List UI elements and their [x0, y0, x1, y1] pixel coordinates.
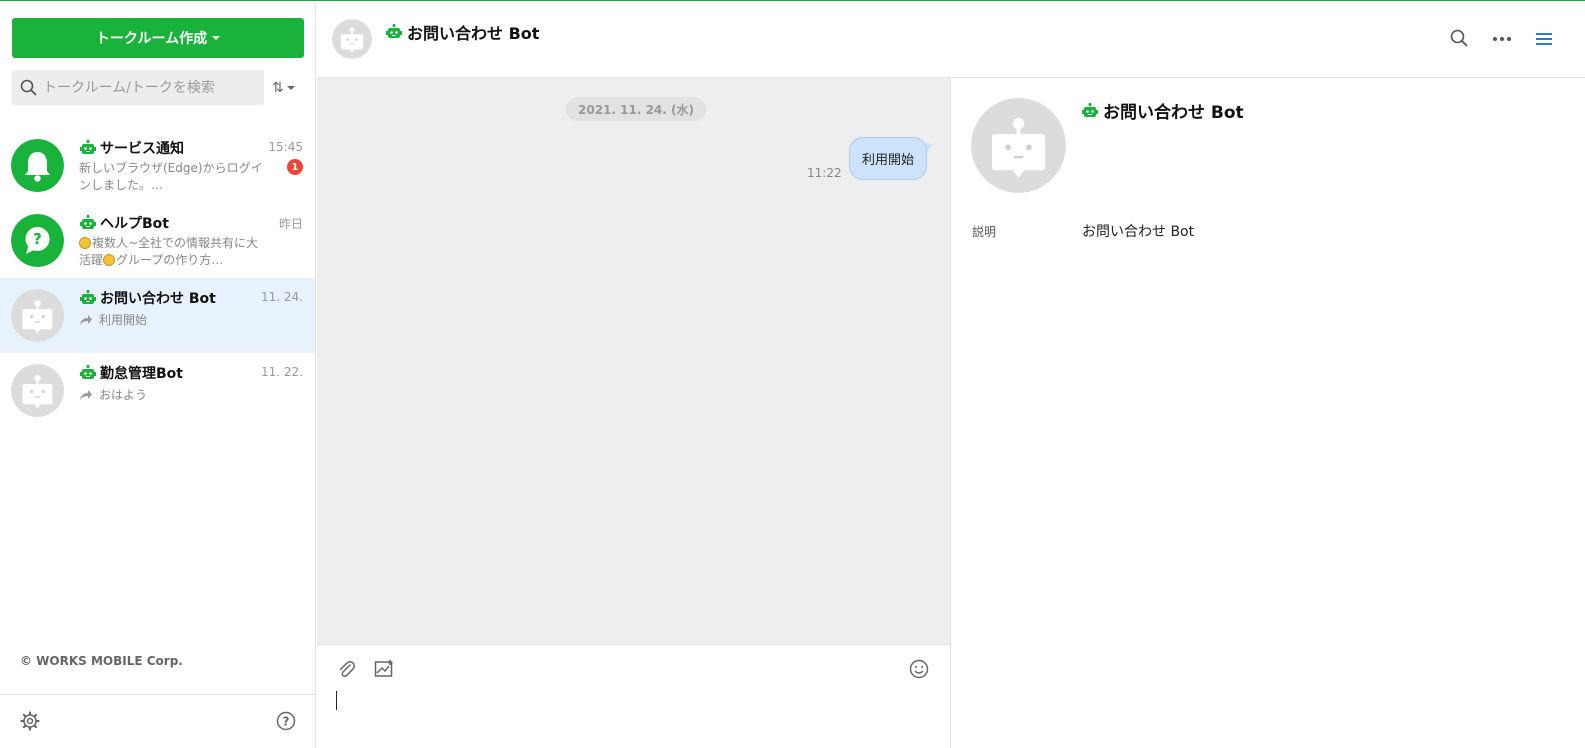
- share-arrow-icon: [79, 314, 93, 326]
- talkroom-item[interactable]: サービス通知 15:45 新しいブラウザ(Edge)からログインしました。… 1: [0, 128, 315, 203]
- emoji-icon[interactable]: [909, 659, 929, 679]
- bot-icon: [80, 140, 96, 156]
- unread-badge: 1: [287, 159, 303, 175]
- talkroom-item[interactable]: ? ヘルプBot 昨日 複数人~全社での情報共有に大活躍 グループの作り方…: [0, 203, 315, 278]
- talkroom-preview: 複数人~全社での情報共有に大活躍 グループの作り方…: [79, 235, 269, 269]
- message-time: 11:22: [807, 166, 842, 180]
- talkroom-time: 15:45: [268, 140, 303, 154]
- bot-icon: [1082, 103, 1098, 119]
- bell-icon: [11, 139, 64, 192]
- talkroom-preview: おはよう: [79, 386, 147, 403]
- message-area[interactable]: 2021. 11. 24. (水) 11:22 利用開始: [317, 78, 950, 644]
- talkroom-list: サービス通知 15:45 新しいブラウザ(Edge)からログインしました。… 1…: [0, 128, 315, 428]
- talkroom-name: 勤怠管理Bot: [100, 366, 183, 382]
- sidebar-footer: ?: [0, 694, 315, 748]
- preview-text: おはよう: [99, 388, 148, 402]
- bot-icon: [80, 215, 96, 231]
- talkroom-item[interactable]: 勤怠管理Bot 11. 22. おはよう: [0, 353, 315, 428]
- chevron-down-icon: [286, 86, 295, 90]
- bot-avatar-icon: [332, 19, 372, 59]
- search-icon: [20, 79, 37, 96]
- text-cursor: [336, 691, 337, 710]
- talkroom-preview: 利用開始: [79, 311, 147, 328]
- smile-emoji-icon: [103, 254, 116, 266]
- chat-title: お問い合わせ Bot: [407, 24, 540, 43]
- talkroom-name: サービス通知: [100, 141, 184, 157]
- talkroom-time: 11. 24.: [261, 290, 303, 304]
- talkroom-name: お問い合わせ Bot: [100, 291, 216, 307]
- search-box[interactable]: [12, 70, 264, 105]
- bot-icon: [386, 24, 402, 40]
- message-composer[interactable]: [317, 644, 950, 748]
- talkroom-time: 11. 22.: [261, 365, 303, 379]
- sort-icon: ⇅: [272, 80, 284, 96]
- date-separator: 2021. 11. 24. (水): [566, 97, 706, 121]
- bot-icon: [80, 365, 96, 381]
- image-icon[interactable]: [374, 659, 394, 679]
- talkroom-time: 昨日: [278, 217, 303, 231]
- description-label: 説明: [972, 225, 997, 239]
- question-icon: ?: [11, 214, 64, 267]
- create-talkroom-label: トークルーム作成: [95, 31, 208, 47]
- gear-icon[interactable]: [20, 711, 40, 731]
- bot-icon: [80, 290, 96, 306]
- copyright: © WORKS MOBILE Corp.: [20, 654, 183, 668]
- bot-avatar-icon: [11, 364, 64, 417]
- search-input[interactable]: [43, 79, 253, 96]
- chat-header: お問い合わせ Bot: [317, 2, 1585, 78]
- chevron-down-icon: [212, 36, 221, 40]
- sidebar: トークルーム作成 ⇅ サービス通知 15:45 新しいブラウザ(Edge)からロ…: [0, 2, 316, 748]
- room-info-panel: お問い合わせ Bot 説明 お問い合わせ Bot: [950, 78, 1585, 748]
- smile-emoji-icon: [79, 237, 91, 249]
- description-value: お問い合わせ Bot: [1082, 224, 1195, 240]
- sort-button[interactable]: ⇅: [272, 78, 302, 98]
- preview-text: グループの作り方…: [116, 253, 224, 267]
- preview-text: 活躍: [79, 253, 104, 267]
- preview-text: 複数人~全社での情報共有に大: [92, 236, 259, 250]
- svg-text:?: ?: [33, 230, 42, 248]
- info-title: お問い合わせ Bot: [1103, 103, 1244, 123]
- create-talkroom-button[interactable]: トークルーム作成: [12, 18, 304, 58]
- bot-avatar-icon: [11, 289, 64, 342]
- svg-text:?: ?: [283, 715, 290, 729]
- share-arrow-icon: [79, 389, 93, 401]
- attach-icon[interactable]: [336, 659, 356, 679]
- help-icon[interactable]: ?: [276, 711, 296, 731]
- talkroom-preview: 新しいブラウザ(Edge)からログインしました。…: [79, 161, 263, 192]
- talkroom-item-active[interactable]: お問い合わせ Bot 11. 24. 利用開始: [0, 278, 315, 353]
- menu-icon[interactable]: [1536, 32, 1552, 46]
- preview-text: 利用開始: [99, 313, 148, 327]
- bot-avatar-icon: [971, 98, 1066, 193]
- talkroom-name: ヘルプBot: [100, 216, 169, 232]
- message-bubble[interactable]: 利用開始: [849, 137, 928, 180]
- search-icon[interactable]: [1450, 29, 1468, 47]
- more-options-icon[interactable]: [1492, 36, 1512, 42]
